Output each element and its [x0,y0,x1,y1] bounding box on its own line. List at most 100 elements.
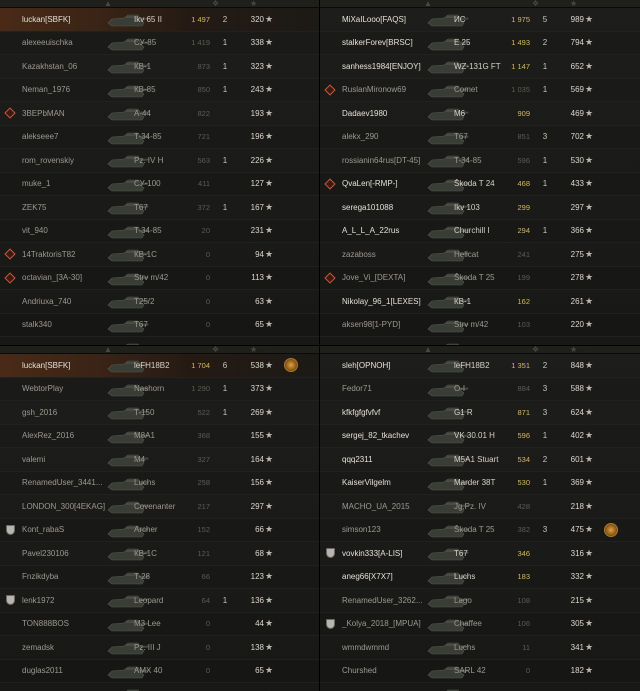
player-row[interactable]: Dadaev1980 M6 909 469 ★ [320,102,640,126]
player-row[interactable]: zemadsk Pz. III J 0 138 ★ [0,636,319,660]
player-row[interactable]: Fedor71 O-I 884 3 588 ★ [320,378,640,401]
damage-value: 20 [201,226,210,236]
player-row[interactable]: MiXaILooo[FAQS] ИС 1 975 5 989 ★ [320,8,640,32]
player-row[interactable]: alekseee7 T-34-85 721 196 ★ [0,126,319,149]
xp-value: 305 [570,619,584,629]
player-row[interactable]: RenamedUser_3262... Lago 108 215 ★ [320,589,640,613]
player-row[interactable]: RuslanMironow69 Comet 1 035 1 569 ★ [320,79,640,102]
player-row[interactable]: MACHO_UA_2015 Jg.Pz. IV 428 218 ★ [320,495,640,519]
player-row[interactable]: A_L_L_A_22rus Churchill I 294 1 366 ★ [320,220,640,243]
star-column-icon[interactable]: ★ [250,346,257,354]
star-icon: ★ [585,383,594,394]
player-row[interactable]: Pavel230106 КВ-1С 121 68 ★ [0,542,319,566]
player-row[interactable]: qqq2311 M5A1 Stuart 534 2 601 ★ [320,448,640,472]
player-row[interactable]: muke_1 СУ-100 411 127 ★ [0,173,319,196]
kills-value: 1 [222,595,228,605]
player-row[interactable]: Neman_1976 КВ-85 850 1 243 ★ [0,79,319,102]
player-row[interactable]: LONDON_300[4EKAG] Covenanter 217 297 ★ [0,495,319,519]
player-row[interactable]: alekx_290 T67 851 3 702 ★ [320,126,640,149]
star-icon: ★ [265,13,274,24]
sort-column-icon[interactable]: ▲ [104,0,112,8]
xp-value: 332 [570,572,584,582]
star-column-icon[interactable]: ★ [250,0,257,8]
player-row[interactable]: gsh_2016 T-150 522 1 269 ★ [0,401,319,425]
badge-slot [4,430,16,442]
player-row[interactable]: Kazakhstan_06 КВ-1 873 1 323 ★ [0,55,319,79]
player-row[interactable]: KaiserVilgelm Marder 38T 530 1 369 ★ [320,472,640,495]
player-row[interactable]: serega101088 Ikv 103 299 297 ★ [320,196,640,220]
player-row[interactable]: vovkin333[A-LIS] T67 346 316 ★ [320,542,640,566]
damage-value: 1 975 [511,14,530,24]
sort-column-icon[interactable]: ▲ [424,346,432,354]
player-row[interactable]: lenk1972 Leopard 64 1 136 ★ [0,589,319,613]
player-row[interactable]: _Kolya_2018_[MPUA] Chaffee 106 305 ★ [320,613,640,636]
star-column-icon[interactable]: ★ [570,346,577,354]
xp-value: 226 [250,155,264,165]
player-row[interactable]: silccoksT-280145★ [320,683,640,691]
player-row[interactable]: RenamedUser_3441... Luchs 258 156 ★ [0,472,319,495]
badge-slot [324,453,336,465]
xp-value: 402 [570,431,584,441]
kills-value: 2 [542,360,548,370]
sort-column-icon[interactable]: ▲ [424,0,432,8]
player-row[interactable]: sergej_82_tkachev VK 30.01 H 596 1 402 ★ [320,425,640,448]
star-column-icon[interactable]: ★ [570,0,577,8]
player-row[interactable]: alexeeuischka СУ-85 1 419 1 338 ★ [0,32,319,55]
diamond-badge-icon [4,248,16,260]
medal-column-icon[interactable]: ❖ [212,0,219,8]
player-row[interactable]: luckan[SBFK] Ikv 65 II 1 497 2 320 ★ [0,8,319,32]
player-row[interactable]: stalkerForev[BRSC] E 25 1 493 2 794 ★ [320,32,640,55]
player-row[interactable]: simson123 Škoda T 25 382 3 475 ★ [320,519,640,542]
player-row[interactable]: duglas2011 AMX 40 0 65 ★ [0,660,319,683]
medal-column-icon[interactable]: ❖ [212,346,219,354]
damage-value: 0 [205,619,210,629]
star-icon: ★ [585,641,594,652]
kills-value: 1 [222,384,228,394]
player-row[interactable]: kfkfgfgfvfvf G1 R 871 3 624 ★ [320,401,640,425]
kills-value: 3 [542,384,548,394]
player-row[interactable]: zazaboss Hellcat 241 275 ★ [320,243,640,267]
player-row[interactable]: WebtorPlay Nashorn 1 290 1 373 ★ [0,378,319,401]
player-row[interactable]: 3BEPbMAN A-44 822 193 ★ [0,102,319,126]
player-row[interactable]: Andriuxa_740 T25/2 0 63 ★ [0,290,319,314]
xp-value: 182 [570,666,584,676]
player-row[interactable]: wmmdwmmd Luchs 11 341 ★ [320,636,640,660]
xp-value: 243 [250,85,264,95]
player-row[interactable]: luckan[SBFK] leFH18B2 1 704 6 538 ★ [0,354,319,378]
medal-icon[interactable] [284,358,298,373]
player-row[interactable]: ZEK75 T67 372 1 167 ★ [0,196,319,220]
player-row[interactable]: 131orbКВ-3080★ [0,337,319,345]
player-row[interactable]: aksen98[1-PYD] Strv m/42 103 220 ★ [320,314,640,337]
player-row[interactable]: Churshed SARL 42 0 182 ★ [320,660,640,683]
player-row[interactable]: TON888BOS M3 Lee 0 44 ★ [0,613,319,636]
player-list: luckan[SBFK] leFH18B2 1 704 6 538 ★ WebtorPlay… [0,354,319,691]
star-icon: ★ [265,225,274,236]
player-row[interactable]: Nikolay_96_1[LEXES] КВ-1 162 261 ★ [320,290,640,314]
player-row[interactable]: vit_940 T-34-85 20 231 ★ [0,220,319,243]
player-row[interactable]: aneg66[X7X7] Luchs 183 332 ★ [320,566,640,589]
player-row[interactable]: QvaLen[-RMP-] Škoda T 24 468 1 433 ★ [320,173,640,196]
player-row[interactable]: Fnzikdyba T-28 66 123 ★ [0,566,319,589]
player-row[interactable]: Kont_rabaS Archer 152 66 ★ [0,519,319,542]
player-row[interactable]: 14TraktorisT82 КВ-1С 0 94 ★ [0,243,319,267]
player-row[interactable]: Sambo124T6780243★ [320,337,640,345]
star-icon: ★ [265,500,274,511]
player-row[interactable]: sleh[OPNOH] leFH18B2 1 351 2 848 ★ [320,354,640,378]
player-row[interactable]: rossianin64rus[DT-45] T-34-85 596 1 530 ★ [320,149,640,173]
player-row[interactable]: octavian_[3A-30] Strv m/42 0 113 ★ [0,267,319,290]
medal-icon[interactable] [604,522,618,537]
player-row[interactable]: sanhess1984[ENJOY] WZ-131G FT 1 147 1 652 ★ [320,55,640,79]
medal-column-icon[interactable]: ❖ [532,0,539,8]
damage-value: 468 [517,179,530,189]
player-row[interactable]: valemi M4 327 164 ★ [0,448,319,472]
sort-column-icon[interactable]: ▲ [104,346,112,354]
player-row[interactable]: stalk340 T67 0 65 ★ [0,314,319,337]
player-row[interactable]: ilya_lomakinT-34-85066★ [0,683,319,691]
kills-value: 1 [542,179,548,189]
player-row[interactable]: rom_rovenskiy Pz. IV H 563 1 226 ★ [0,149,319,173]
player-row[interactable]: AlexRez_2016 M8A1 368 155 ★ [0,425,319,448]
medal-column-icon[interactable]: ❖ [532,346,539,354]
player-row[interactable]: Jove_Vi_[DEXTA] Škoda T 25 199 278 ★ [320,267,640,290]
star-icon: ★ [265,319,274,330]
star-icon: ★ [585,272,594,283]
